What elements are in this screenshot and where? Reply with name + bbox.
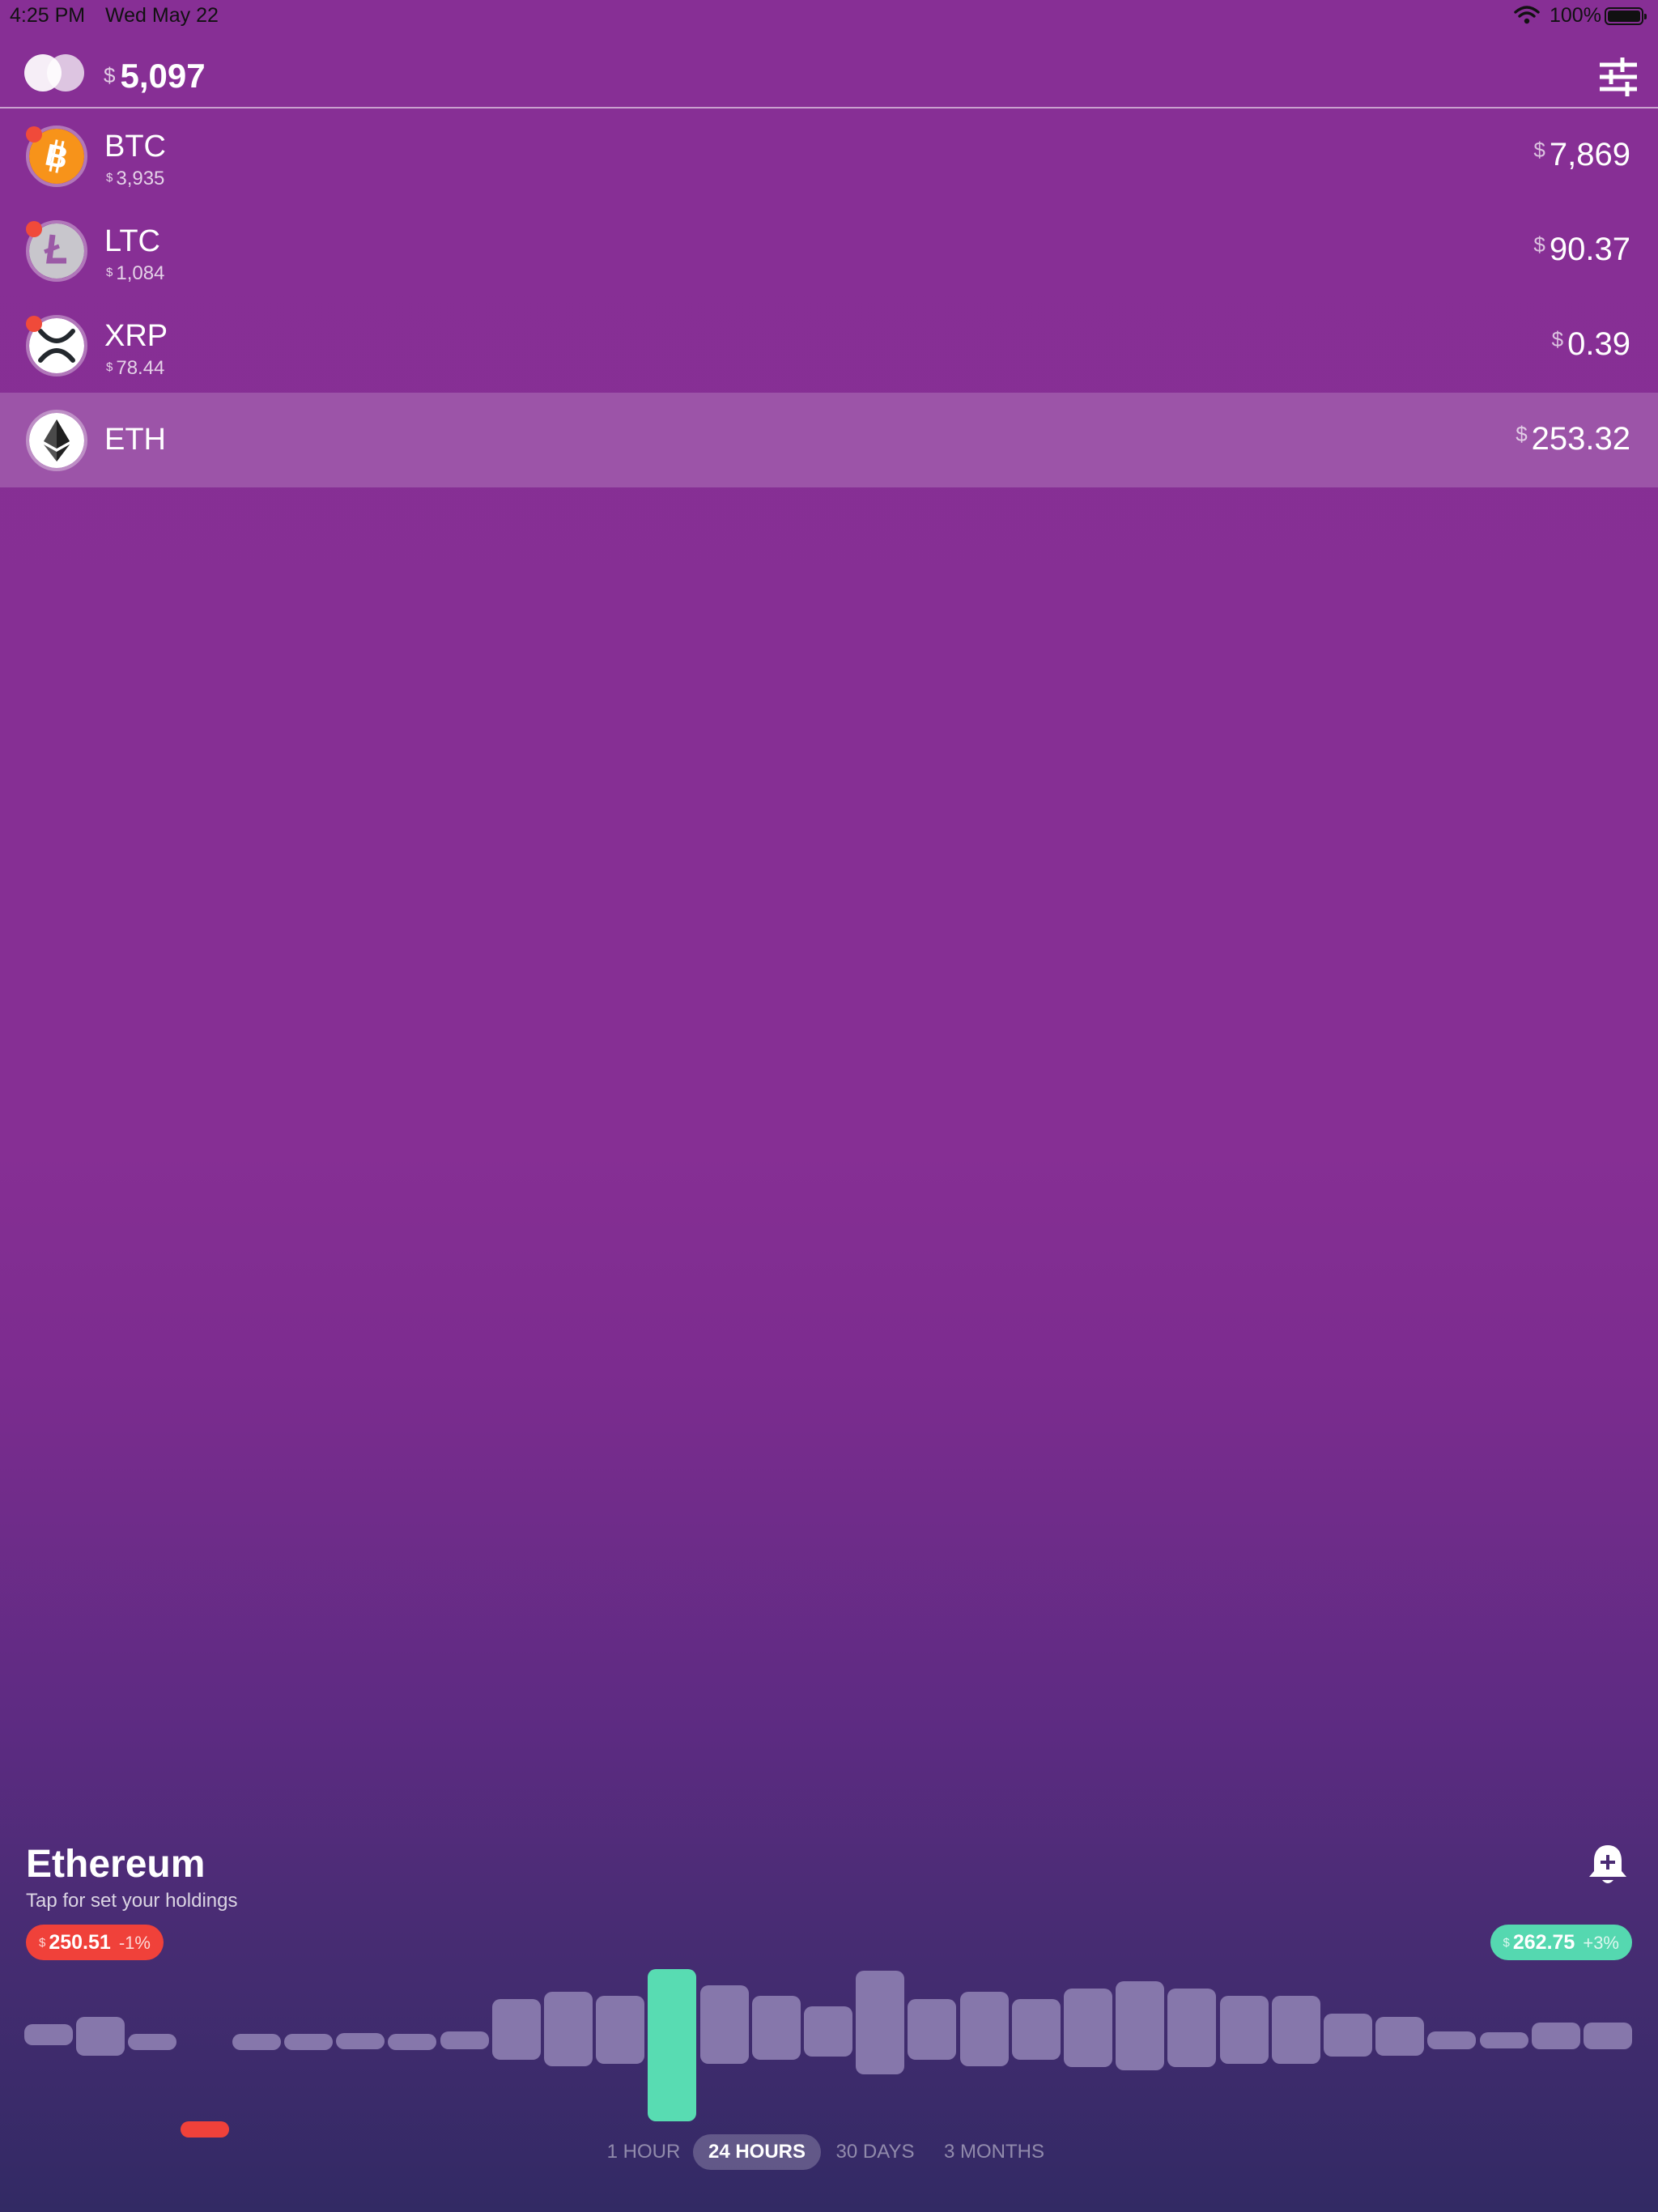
high-price-value: 262.75 — [1512, 1931, 1575, 1954]
coin-price: $253.32 — [1516, 421, 1630, 457]
chart-bar — [596, 1996, 644, 2064]
range-3-months[interactable]: 3 MONTHS — [929, 2134, 1059, 2170]
set-holdings-hint[interactable]: Tap for set your holdings — [26, 1890, 237, 1912]
alert-indicator — [26, 221, 42, 237]
status-time: 4:25 PM — [10, 4, 86, 27]
coin-holding: $1,084 — [106, 262, 164, 285]
chart-bar — [232, 2034, 281, 2050]
high-price-pill: $262.75 +3% — [1490, 1925, 1632, 1960]
coin-holding-value: 1,084 — [116, 262, 165, 284]
low-price-pill: $250.51 -1% — [26, 1925, 164, 1960]
status-bar: 4:25 PM Wed May 22 100% — [0, 0, 1658, 32]
chart-bar — [128, 2034, 176, 2050]
header: $5,097 — [0, 32, 1658, 108]
coin-holding: $78.44 — [106, 357, 164, 380]
time-range-selector: 1 HOUR 24 HOURS 30 DAYS 3 MONTHS — [0, 2134, 1658, 2170]
chart-bar — [1584, 2023, 1632, 2049]
status-date: Wed May 22 — [105, 4, 219, 27]
chart-bar — [440, 2031, 489, 2049]
currency-symbol: $ — [106, 266, 113, 279]
coin-row-xrp[interactable]: XRP $78.44 $0.39 — [0, 298, 1658, 393]
currency-symbol: $ — [106, 360, 113, 374]
chart-bar — [804, 2006, 852, 2057]
wifi-icon — [1514, 6, 1540, 24]
coin-holding-value: 78.44 — [116, 357, 165, 379]
coin-row-btc[interactable]: B BTC $3,935 $7,869 — [0, 108, 1658, 203]
range-1-hour[interactable]: 1 HOUR — [597, 2134, 690, 2170]
coin-price-value: 253.32 — [1531, 421, 1630, 457]
chart-bar — [960, 1992, 1009, 2066]
chart-bar — [1220, 1996, 1269, 2064]
chart-bar — [1427, 2031, 1476, 2049]
chart-bar — [856, 1971, 904, 2074]
low-price-change: -1% — [118, 1933, 151, 1953]
currency-symbol: $ — [1516, 422, 1528, 446]
high-price-change: +3% — [1583, 1933, 1619, 1953]
currency-symbol: $ — [1533, 232, 1545, 257]
chart-bar — [1375, 2017, 1424, 2056]
coin-list: B BTC $3,935 $7,869 LTC $1,084 $90.37 XR… — [0, 108, 1658, 487]
range-30-days[interactable]: 30 DAYS — [824, 2134, 926, 2170]
coin-symbol: BTC — [104, 130, 166, 164]
coin-holding-value: 3,935 — [116, 168, 165, 189]
coin-price: $7,869 — [1533, 137, 1630, 173]
chart-bar — [492, 1999, 541, 2060]
coin-price-value: 90.37 — [1549, 232, 1630, 267]
chart-bar — [544, 1992, 593, 2066]
chart-bar — [1167, 1989, 1216, 2067]
ethereum-icon — [26, 410, 87, 471]
chart-bar — [1324, 2014, 1372, 2057]
chart-bar — [1064, 1989, 1112, 2067]
bell-plus-icon[interactable] — [1587, 1842, 1629, 1887]
coin-holding: $3,935 — [106, 168, 164, 190]
currency-symbol: $ — [1533, 138, 1545, 162]
chart-bar — [908, 1999, 956, 2060]
currency-symbol: $ — [39, 1936, 46, 1950]
range-24-hours[interactable]: 24 HOURS — [693, 2134, 821, 2170]
chart-bar — [76, 2017, 125, 2056]
chart-bar — [284, 2034, 333, 2050]
low-price-value: 250.51 — [49, 1931, 111, 1954]
chart-bar — [1532, 2023, 1580, 2049]
sliders-icon[interactable] — [1598, 57, 1639, 97]
chart-bar — [388, 2034, 436, 2050]
chart-bar — [24, 2024, 73, 2045]
portfolio-total-value: 5,097 — [120, 57, 206, 95]
currency-symbol: $ — [104, 63, 116, 87]
alert-indicator — [26, 126, 42, 143]
coin-price: $90.37 — [1533, 232, 1630, 268]
app-logo-icon — [24, 54, 84, 91]
chart-bar — [1480, 2032, 1528, 2048]
coin-detail-title[interactable]: Ethereum — [26, 1842, 205, 1887]
high-price-bar — [648, 1969, 696, 2121]
chart-bar — [1012, 1999, 1061, 2060]
currency-symbol: $ — [1551, 327, 1564, 351]
coin-price-value: 7,869 — [1549, 137, 1630, 172]
coin-price: $0.39 — [1552, 326, 1630, 363]
battery-icon — [1605, 7, 1647, 25]
chart-bar — [700, 1985, 749, 2064]
price-chart[interactable] — [24, 1967, 1632, 2138]
alert-indicator — [26, 316, 42, 332]
currency-symbol: $ — [1503, 1936, 1510, 1950]
coin-row-ltc[interactable]: LTC $1,084 $90.37 — [0, 203, 1658, 298]
portfolio-total: $5,097 — [104, 57, 206, 96]
currency-symbol: $ — [106, 171, 113, 185]
chart-bar — [336, 2033, 385, 2049]
chart-bar — [1116, 1981, 1164, 2070]
coin-row-eth[interactable]: ETH $253.32 — [0, 393, 1658, 487]
battery-percentage: 100% — [1550, 4, 1601, 27]
chart-bar — [752, 1996, 801, 2060]
coin-symbol: ETH — [104, 423, 166, 457]
chart-bar — [1272, 1996, 1320, 2064]
coin-price-value: 0.39 — [1567, 326, 1630, 362]
coin-symbol: LTC — [104, 224, 160, 258]
coin-symbol: XRP — [104, 319, 168, 353]
